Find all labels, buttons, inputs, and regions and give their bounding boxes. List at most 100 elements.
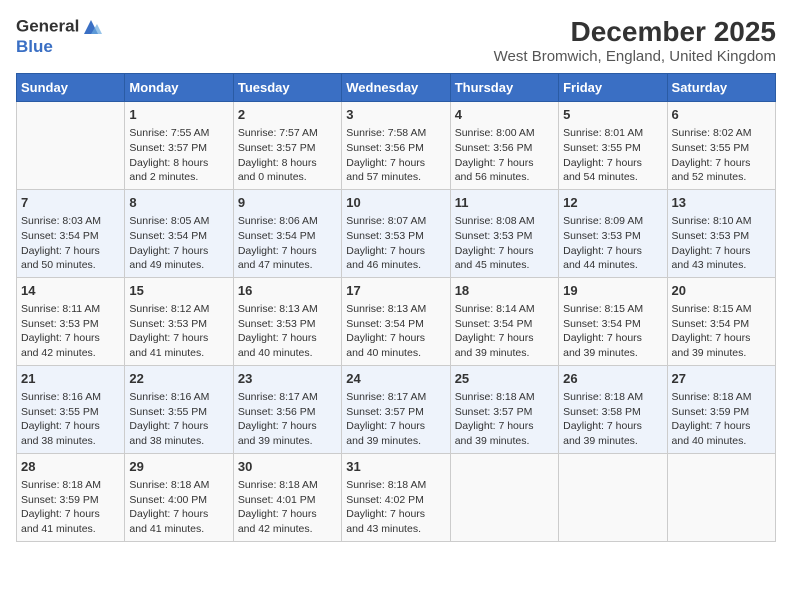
day-detail: Sunrise: 8:05 AM — [129, 214, 228, 229]
day-number: 18 — [455, 282, 554, 300]
day-detail: Sunset: 3:53 PM — [672, 229, 771, 244]
day-detail: Daylight: 7 hours — [672, 331, 771, 346]
day-number: 30 — [238, 458, 337, 476]
day-detail: and 49 minutes. — [129, 258, 228, 273]
day-detail: Sunset: 3:54 PM — [563, 317, 662, 332]
day-number: 16 — [238, 282, 337, 300]
day-number: 14 — [21, 282, 120, 300]
day-number: 25 — [455, 370, 554, 388]
calendar-week-row: 21 Sunrise: 8:16 AMSunset: 3:55 PM Dayligh… — [17, 365, 776, 453]
day-detail: Sunrise: 8:18 AM — [238, 478, 337, 493]
day-detail: Daylight: 7 hours — [563, 156, 662, 171]
day-number: 5 — [563, 106, 662, 124]
day-detail: Daylight: 7 hours — [455, 419, 554, 434]
day-detail: Daylight: 7 hours — [672, 156, 771, 171]
day-detail: Sunrise: 7:57 AM — [238, 126, 337, 141]
day-detail: Daylight: 7 hours — [455, 244, 554, 259]
day-detail: Sunrise: 8:03 AM — [21, 214, 120, 229]
day-detail: and 40 minutes. — [346, 346, 445, 361]
day-detail: and 42 minutes. — [21, 346, 120, 361]
day-detail: Sunrise: 8:16 AM — [129, 390, 228, 405]
day-detail: and 45 minutes. — [455, 258, 554, 273]
calendar-cell: 28Sunrise: 8:18 AMSunset: 3:59 PMDayligh… — [17, 453, 125, 541]
day-detail: Sunrise: 8:12 AM — [129, 302, 228, 317]
day-detail: Sunset: 4:00 PM — [129, 493, 228, 508]
day-detail: and 40 minutes. — [672, 434, 771, 449]
calendar-header-row: SundayMondayTuesdayWednesdayThursdayFrid… — [17, 74, 776, 102]
calendar-cell: 13Sunrise: 8:10 AMSunset: 3:53 PMDayligh… — [667, 189, 775, 277]
day-detail: and 38 minutes. — [129, 434, 228, 449]
day-detail: Daylight: 7 hours — [21, 419, 120, 434]
weekday-header: Saturday — [667, 74, 775, 102]
day-number: 4 — [455, 106, 554, 124]
weekday-header: Friday — [559, 74, 667, 102]
calendar-cell: 1Sunrise: 7:55 AMSunset: 3:57 PMDaylight… — [125, 102, 233, 190]
day-detail: Sunset: 3:57 PM — [346, 405, 445, 420]
calendar-cell — [450, 453, 558, 541]
day-detail: Daylight: 7 hours — [563, 244, 662, 259]
calendar-cell: 15 Sunrise: 8:12 AMSunset: 3:53 PMDayligh… — [125, 277, 233, 365]
day-number: 24 — [346, 370, 445, 388]
day-detail: and 43 minutes. — [346, 522, 445, 537]
day-detail: and 41 minutes. — [129, 522, 228, 537]
day-detail: and 2 minutes. — [129, 170, 228, 185]
day-detail: and 39 minutes. — [672, 346, 771, 361]
calendar-cell: 6Sunrise: 8:02 AMSunset: 3:55 PMDaylight… — [667, 102, 775, 190]
calendar-cell: 12Sunrise: 8:09 AMSunset: 3:53 PMDayligh… — [559, 189, 667, 277]
day-detail: Sunrise: 7:58 AM — [346, 126, 445, 141]
day-detail: Sunrise: 8:01 AM — [563, 126, 662, 141]
weekday-header: Sunday — [17, 74, 125, 102]
calendar-cell: 10Sunrise: 8:07 AMSunset: 3:53 PMDayligh… — [342, 189, 450, 277]
day-detail: Sunrise: 8:06 AM — [238, 214, 337, 229]
day-detail: and 54 minutes. — [563, 170, 662, 185]
calendar-week-row: 1Sunrise: 7:55 AMSunset: 3:57 PMDaylight… — [17, 102, 776, 190]
calendar-cell: 27Sunrise: 8:18 AMSunset: 3:59 PMDayligh… — [667, 365, 775, 453]
day-number: 21 — [21, 370, 120, 388]
day-detail: Sunset: 3:53 PM — [129, 317, 228, 332]
day-detail: Sunrise: 8:13 AM — [346, 302, 445, 317]
day-detail: Daylight: 7 hours — [563, 419, 662, 434]
weekday-header: Monday — [125, 74, 233, 102]
day-detail: Daylight: 7 hours — [21, 507, 120, 522]
calendar-cell: 8Sunrise: 8:05 AMSunset: 3:54 PMDaylight… — [125, 189, 233, 277]
day-detail: Sunset: 3:59 PM — [672, 405, 771, 420]
day-detail: and 47 minutes. — [238, 258, 337, 273]
day-detail: Daylight: 7 hours — [129, 331, 228, 346]
day-detail: and 0 minutes. — [238, 170, 337, 185]
calendar-cell: 22Sunrise: 8:16 AMSunset: 3:55 PMDayligh… — [125, 365, 233, 453]
title-block: December 2025 West Bromwich, England, Un… — [494, 16, 776, 65]
day-detail: Daylight: 8 hours — [238, 156, 337, 171]
day-number: 9 — [238, 194, 337, 212]
day-detail: Daylight: 7 hours — [346, 419, 445, 434]
page-header: General Blue December 2025 West Bromwich… — [16, 16, 776, 65]
day-number: 15 — [129, 282, 228, 300]
day-number: 17 — [346, 282, 445, 300]
weekday-header: Thursday — [450, 74, 558, 102]
day-detail: Sunset: 3:57 PM — [455, 405, 554, 420]
day-detail: Sunrise: 8:15 AM — [563, 302, 662, 317]
calendar-cell — [17, 102, 125, 190]
day-detail: Sunset: 3:55 PM — [129, 405, 228, 420]
day-detail: and 39 minutes. — [455, 434, 554, 449]
day-detail: Sunrise: 8:17 AM — [238, 390, 337, 405]
calendar-cell: 4Sunrise: 8:00 AMSunset: 3:56 PMDaylight… — [450, 102, 558, 190]
day-detail: and 46 minutes. — [346, 258, 445, 273]
calendar-cell — [667, 453, 775, 541]
calendar-cell: 21Sunrise: 8:16 AMSunset: 3:55 PMDayligh… — [17, 365, 125, 453]
logo-text: General — [16, 16, 102, 38]
day-detail: Sunset: 4:02 PM — [346, 493, 445, 508]
calendar-cell: 20Sunrise: 8:15 AMSunset: 3:54 PMDayligh… — [667, 277, 775, 365]
day-number: 26 — [563, 370, 662, 388]
day-detail: Daylight: 7 hours — [238, 507, 337, 522]
day-detail: Sunrise: 8:11 AM — [21, 302, 120, 317]
day-detail: Sunset: 3:56 PM — [346, 141, 445, 156]
day-detail: Sunset: 3:54 PM — [238, 229, 337, 244]
day-detail: Sunrise: 8:09 AM — [563, 214, 662, 229]
day-detail: Sunset: 3:54 PM — [21, 229, 120, 244]
day-detail: Sunrise: 8:18 AM — [563, 390, 662, 405]
calendar-week-row: 7Sunrise: 8:03 AMSunset: 3:54 PMDaylight… — [17, 189, 776, 277]
day-detail: Daylight: 7 hours — [238, 419, 337, 434]
day-detail: Daylight: 7 hours — [346, 244, 445, 259]
calendar-cell: 16Sunrise: 8:13 AMSunset: 3:53 PMDayligh… — [233, 277, 341, 365]
day-number: 28 — [21, 458, 120, 476]
